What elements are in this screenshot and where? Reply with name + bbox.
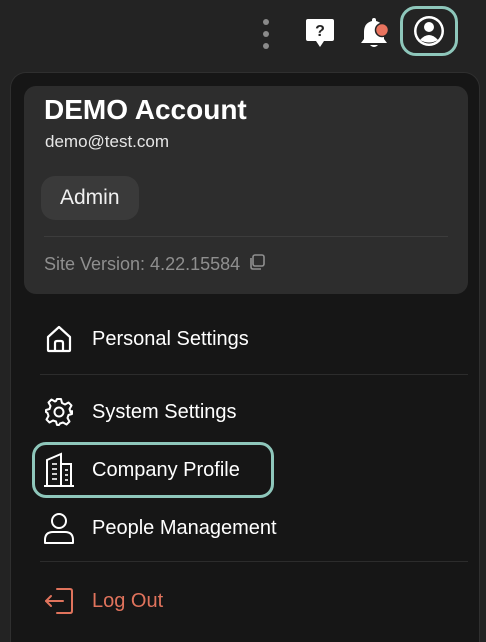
user-profile-icon xyxy=(414,16,444,46)
menu-item-log-out[interactable]: Log Out xyxy=(40,577,163,625)
account-name: DEMO Account xyxy=(44,94,247,125)
account-email: demo@test.com xyxy=(45,132,170,151)
menu-divider xyxy=(40,374,468,375)
site-version-label: Site Version: 4.22.15584 xyxy=(44,254,241,274)
menu-item-system-settings[interactable]: System Settings xyxy=(40,388,237,436)
menu-item-label: System Settings xyxy=(92,400,237,423)
menu-item-people-management[interactable]: People Management xyxy=(40,504,277,552)
role-badge: Admin xyxy=(41,176,139,220)
home-icon xyxy=(40,320,78,358)
kebab-menu-icon[interactable] xyxy=(255,14,277,54)
copy-icon[interactable] xyxy=(248,253,266,276)
menu-item-label: Log Out xyxy=(92,589,164,612)
top-bar: ? xyxy=(0,0,486,70)
help-icon[interactable]: ? xyxy=(302,14,338,54)
person-icon xyxy=(40,509,78,547)
menu-divider xyxy=(40,561,468,562)
menu-item-label: Company Profile xyxy=(92,458,240,481)
building-icon xyxy=(40,451,78,489)
account-card: DEMO Account demo@test.com Admin Site Ve… xyxy=(24,86,468,294)
user-profile-button[interactable] xyxy=(400,6,458,56)
logout-icon xyxy=(40,582,78,620)
menu-item-label: People Management xyxy=(92,516,277,539)
menu-item-personal-settings[interactable]: Personal Settings xyxy=(40,315,249,363)
card-divider xyxy=(44,236,448,237)
help-glyph: ? xyxy=(315,23,325,40)
notification-dot xyxy=(374,22,390,38)
notification-bell-icon[interactable] xyxy=(354,14,394,54)
site-version: Site Version: 4.22.15584 xyxy=(44,253,266,276)
gear-icon xyxy=(40,393,78,431)
menu-item-company-profile[interactable]: Company Profile xyxy=(32,442,274,498)
menu-item-label: Personal Settings xyxy=(92,327,249,350)
